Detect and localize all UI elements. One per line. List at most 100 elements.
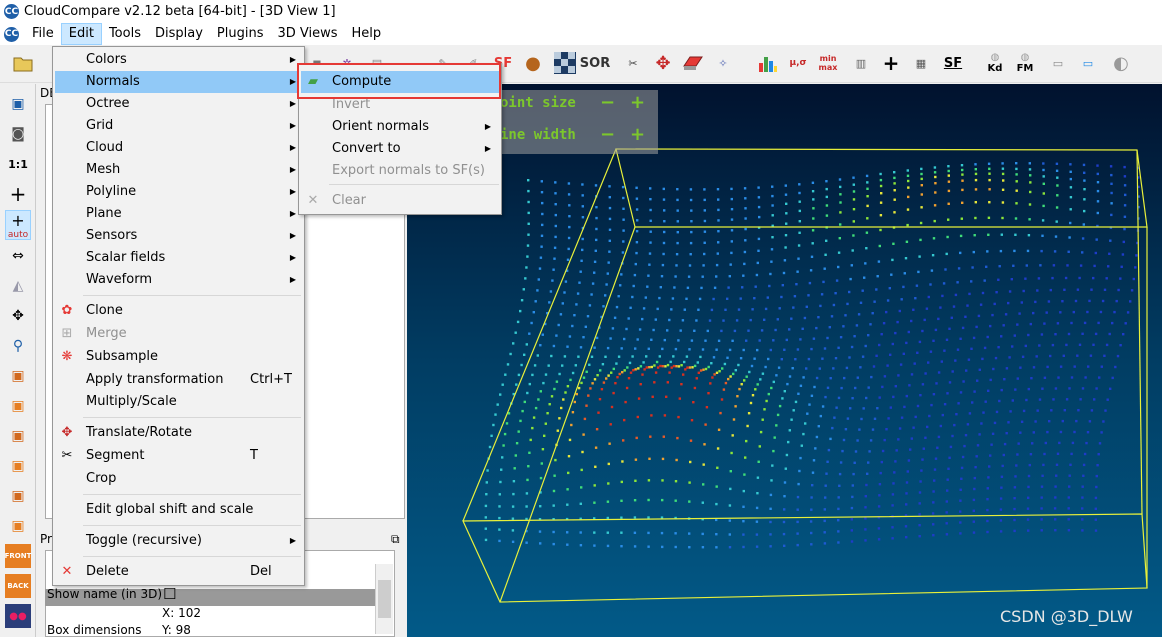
menu-item-colors[interactable]: Colors ▶: [55, 49, 304, 71]
menu-item-edit-global-shift[interactable]: Edit global shift and scale: [55, 499, 304, 521]
cloud-point: [555, 334, 558, 337]
menu-item-apply-transformation[interactable]: Apply transformation Ctrl+T: [55, 369, 304, 391]
zoom-1to1-button[interactable]: 1:1: [5, 152, 31, 176]
cloud-point: [730, 251, 733, 255]
properties-scrollbar[interactable]: [375, 564, 393, 634]
menu-item-polyline[interactable]: Polyline ▶: [55, 181, 304, 203]
cloud-point: [705, 406, 709, 409]
menu-item-sensors[interactable]: Sensors ▶: [55, 225, 304, 247]
view-iso-icon[interactable]: ▣: [5, 394, 31, 418]
menu-item-waveform[interactable]: Waveform ▶: [55, 269, 304, 291]
cloud-point: [697, 308, 700, 311]
cloud-point: [1040, 496, 1043, 499]
menu-item-clone[interactable]: ✿ Clone: [55, 300, 304, 322]
open-icon[interactable]: [10, 50, 36, 76]
segment-icon[interactable]: ✂: [620, 50, 646, 76]
scrollbar-thumb[interactable]: [378, 580, 391, 618]
plane-icon[interactable]: [680, 50, 706, 76]
monitor-icon[interactable]: ▣: [5, 92, 31, 116]
cloud-point: [626, 366, 629, 369]
menu-item-subsample[interactable]: ❋ Subsample: [55, 346, 304, 368]
cloud-point: [702, 264, 705, 267]
calculator-icon[interactable]: ▦: [908, 50, 934, 76]
show-name-checkbox[interactable]: ☐: [163, 585, 176, 603]
perspective-icon[interactable]: ◭: [5, 274, 31, 298]
cloud-point: [1096, 211, 1099, 215]
cloud-point: [907, 330, 910, 334]
menu-item-crop[interactable]: Crop: [55, 468, 304, 490]
sor-icon[interactable]: SOR: [580, 50, 610, 76]
line-width-plus-button[interactable]: +: [630, 124, 645, 145]
menu-item-multiply-scale[interactable]: Multiply/Scale: [55, 391, 304, 413]
kd-icon[interactable]: ◍ Kd: [982, 50, 1008, 76]
csv-icon[interactable]: ▭: [1075, 50, 1101, 76]
cloud-point: [1008, 356, 1011, 359]
3d-view[interactable]: [407, 84, 1162, 637]
menu-tools[interactable]: Tools: [102, 23, 148, 45]
menu-bar: CC File Edit Tools Display Plugins 3D Vi…: [0, 23, 1162, 45]
cloud-point: [910, 437, 913, 440]
menu-help[interactable]: Help: [345, 23, 389, 45]
menu-item-plane[interactable]: Plane ▶: [55, 203, 304, 225]
view-bottom-icon[interactable]: ▣: [5, 484, 31, 508]
cloud-point: [880, 192, 883, 195]
menu-item-cloud[interactable]: Cloud ▶: [55, 137, 304, 159]
fm-icon[interactable]: ◍ FM: [1012, 50, 1038, 76]
menu-item-convert-to[interactable]: Convert to ▶: [301, 138, 499, 160]
menu-plugins[interactable]: Plugins: [210, 23, 271, 45]
cloud-point: [646, 285, 649, 288]
line-width-minus-button[interactable]: −: [600, 124, 615, 145]
menu-edit[interactable]: Edit: [60, 23, 102, 45]
menu-display[interactable]: Display: [148, 23, 210, 45]
rotate-icon[interactable]: ⇔: [5, 244, 31, 268]
menu-item-delete[interactable]: ✕ Delete Del: [55, 561, 304, 583]
cloud-point: [1055, 169, 1059, 172]
cloud-point: [796, 520, 799, 524]
menu-item-orient-normals[interactable]: Orient normals ▶: [301, 116, 499, 138]
sf-arith-icon[interactable]: ▭: [1045, 50, 1071, 76]
menu-item-mesh[interactable]: Mesh ▶: [55, 159, 304, 181]
histogram-icon[interactable]: [755, 50, 781, 76]
view-iso2-icon[interactable]: ▣: [5, 514, 31, 538]
menu-item-grid[interactable]: Grid ▶: [55, 115, 304, 137]
sf-text-icon[interactable]: SF: [940, 50, 966, 76]
bag-icon[interactable]: ●: [520, 50, 546, 76]
view-top-icon[interactable]: ▣: [5, 364, 31, 388]
menu-item-segment[interactable]: ✂ Segment T: [55, 445, 304, 467]
menu-item-octree[interactable]: Octree ▶: [55, 93, 304, 115]
auto-pivot-button[interactable]: + auto: [5, 210, 31, 240]
cloud-point: [582, 336, 585, 339]
checker-icon[interactable]: [552, 50, 578, 76]
menu-item-scalar-fields[interactable]: Scalar fields ▶: [55, 247, 304, 269]
point-size-plus-button[interactable]: +: [630, 92, 645, 113]
view-back-button[interactable]: BACK: [5, 574, 31, 598]
menu-file[interactable]: File: [25, 23, 61, 45]
menu-3d-views[interactable]: 3D Views: [270, 23, 344, 45]
compass-icon[interactable]: ✧: [710, 50, 736, 76]
sphere-icon[interactable]: ◐: [1108, 50, 1134, 76]
pan-icon[interactable]: ✥: [5, 304, 31, 328]
cloud-point: [1035, 355, 1038, 358]
view-right-icon[interactable]: ▣: [5, 454, 31, 478]
camera-icon[interactable]: ◙: [5, 122, 31, 146]
cloud-point: [753, 297, 756, 300]
cloud-point: [568, 215, 571, 218]
menu-item-translate-rotate[interactable]: ✥ Translate/Rotate: [55, 422, 304, 444]
cloud-point: [1052, 398, 1055, 401]
mu-sigma-icon[interactable]: μ,σ: [785, 50, 811, 76]
restore-panel-icon[interactable]: ⧉: [391, 532, 400, 547]
flickr-icon[interactable]: ●●: [5, 604, 31, 628]
menu-item-normals[interactable]: Normals ▶: [55, 71, 304, 93]
crosshair-icon[interactable]: +: [5, 182, 31, 206]
menu-item-toggle-recursive[interactable]: Toggle (recursive) ▶: [55, 530, 304, 552]
view-left-icon[interactable]: ▣: [5, 424, 31, 448]
cloud-point: [707, 365, 710, 369]
cloud-point: [850, 345, 854, 349]
point-size-minus-button[interactable]: −: [600, 92, 615, 113]
filter-icon[interactable]: ▥: [848, 50, 874, 76]
min-max-icon[interactable]: min max: [815, 50, 841, 76]
move-icon[interactable]: ✥: [650, 50, 676, 76]
view-front-button[interactable]: FRONT: [5, 544, 31, 568]
plus-icon[interactable]: +: [878, 50, 904, 76]
zoom-icon[interactable]: ⚲: [5, 334, 31, 358]
